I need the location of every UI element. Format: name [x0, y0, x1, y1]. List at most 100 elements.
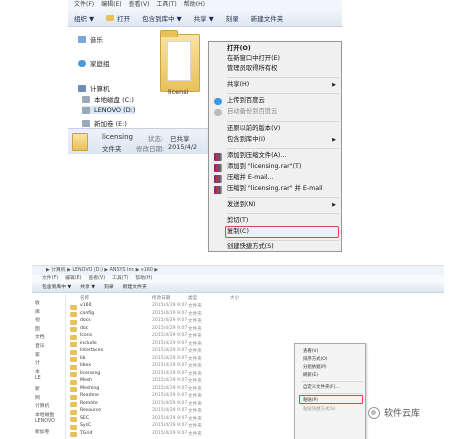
nav-item[interactable]: 库	[35, 308, 40, 315]
file-date: 2015/4/29 9:07	[152, 333, 188, 338]
nav-label: 音乐	[90, 36, 103, 44]
menu-item-upload-cloud[interactable]: 上传到百度云	[227, 96, 337, 106]
file-name: Interfaces	[80, 348, 103, 353]
menu-item-compress-rar-email[interactable]: 压缩到 "licensing.rar" 并 E-mail	[227, 184, 337, 194]
file-name: Readme	[80, 393, 99, 398]
menu-item-restore-versions[interactable]: 还原以前的版本(V)	[227, 124, 337, 134]
file-date: 2015/4/29 9:07	[152, 303, 188, 308]
file-date: 2015/4/29 9:07	[152, 340, 188, 346]
nav-item[interactable]: 计	[35, 359, 40, 366]
nav-item[interactable]: 本	[35, 368, 40, 375]
nav-item[interactable]: 新加卷	[35, 428, 49, 435]
share-button[interactable]: 共享 ▼	[194, 13, 214, 23]
nav-item[interactable]: 本地磁盘	[35, 411, 54, 418]
menu-item-group[interactable]: 分组依据(P)	[303, 364, 327, 370]
nav-item[interactable]: 收	[35, 299, 40, 306]
computer-icon	[78, 84, 86, 92]
new-folder-button[interactable]: 新建文件夹	[251, 13, 284, 23]
nav-item-new-e[interactable]: 新加卷 (E:)	[82, 118, 127, 128]
nav-item-music[interactable]: 音乐	[78, 34, 103, 44]
folder-icon	[70, 334, 77, 340]
menu-edit[interactable]: 编辑(E)	[65, 275, 81, 283]
organize-button[interactable]: 组织 ▼	[74, 13, 94, 23]
open-button[interactable]: 打开	[106, 13, 130, 23]
nav-item[interactable]: LENOVO	[35, 419, 55, 424]
context-menu: 打开(O) 在新窗口中打开(E) 管理员取得所有权 共享(H) ▶ 上传到百度云…	[208, 41, 342, 252]
column-headers: 名称 修改日期 类型 大小	[70, 295, 290, 302]
include-library-button[interactable]: 包含到库中 ▼	[42, 283, 71, 292]
column-header-size[interactable]: 大小	[230, 295, 239, 301]
cloud-backup-icon	[214, 109, 222, 116]
menu-help[interactable]: 帮助(H)	[184, 0, 205, 9]
nav-item[interactable]: 音乐	[35, 342, 45, 349]
menu-item-customize[interactable]: 自定义文件夹(F)...	[303, 384, 339, 390]
menu-item-copy[interactable]: 复制(C)	[227, 227, 337, 237]
menu-edit[interactable]: 编辑(E)	[101, 0, 121, 9]
nav-item[interactable]: 图	[35, 325, 40, 332]
nav-item[interactable]: 新	[35, 385, 40, 392]
column-header-name[interactable]: 名称	[80, 295, 89, 301]
open-label: 打开	[117, 14, 131, 23]
menu-separator	[227, 77, 339, 78]
share-button[interactable]: 共享 ▼	[80, 283, 95, 292]
address-bar[interactable]: ▶ 计算机 ▶ LENOVO (D:) ▶ ANSYS Inc ▶ v160 ▶	[32, 266, 444, 275]
nav-item[interactable]: 文档	[35, 333, 45, 340]
menu-item-add-archive[interactable]: 添加到压缩文件(A)...	[227, 151, 337, 161]
column-header-type[interactable]: 类型	[188, 295, 197, 301]
folder-icon[interactable]	[160, 30, 200, 92]
menu-item-refresh[interactable]: 刷新(E)	[303, 372, 318, 378]
include-library-button[interactable]: 包含到库中 ▼	[142, 13, 182, 23]
folder-icon	[70, 342, 77, 347]
table-row[interactable]: TGrid 2015/4/29 9:07 文件夹	[70, 431, 290, 439]
menu-item-paste-shortcut[interactable]: 粘贴快捷方式(S)	[303, 406, 336, 412]
nav-item[interactable]: 网	[35, 394, 40, 401]
menu-item-view[interactable]: 查看(V)	[303, 348, 318, 354]
menu-item-include-library[interactable]: 包含到库中(I)	[227, 135, 337, 145]
menu-item-open-new-window[interactable]: 在新窗口中打开(E)	[227, 54, 337, 64]
wechat-logo-icon	[368, 406, 380, 419]
menu-file[interactable]: 文件(F)	[74, 0, 94, 9]
menu-tools[interactable]: 工具(T)	[112, 275, 128, 283]
folder-icon	[70, 349, 77, 355]
folder-name[interactable]: licensi	[168, 88, 189, 96]
file-name: include	[80, 340, 97, 346]
file-type: 文件夹	[188, 326, 202, 332]
menu-item-take-ownership[interactable]: 管理员取得所有权	[227, 64, 337, 74]
burn-button[interactable]: 刻录	[104, 283, 114, 292]
navigation-pane: 音乐 家庭组 计算机 本地磁盘 (C:) LENOVO (D:) 新加卷 (E:…	[68, 28, 156, 128]
burn-button[interactable]: 刻录	[226, 13, 239, 23]
nav-item-lenovo-d[interactable]: LENOVO (D:)	[82, 106, 136, 114]
menu-file[interactable]: 文件(F)	[42, 275, 58, 283]
nav-item-local-c[interactable]: 本地磁盘 (C:)	[82, 94, 134, 104]
folder-icon	[70, 357, 77, 362]
column-header-date[interactable]: 修改日期	[152, 295, 170, 301]
folder-open-icon	[106, 14, 115, 21]
nav-item[interactable]: LE	[35, 376, 41, 381]
menu-item-auto-backup[interactable]: 自动备份到百度云	[227, 107, 337, 117]
menu-view[interactable]: 查看(V)	[129, 0, 150, 9]
file-date: 2015/4/29 9:07	[152, 423, 188, 428]
file-type: 文件夹	[188, 341, 202, 347]
menu-item-paste[interactable]: 粘贴(P)	[303, 397, 318, 403]
nav-item[interactable]: 计算机	[35, 402, 49, 409]
nav-item-homegroup[interactable]: 家庭组	[78, 58, 110, 68]
menu-item-sort[interactable]: 排序方式(O)	[303, 356, 327, 362]
menu-help[interactable]: 帮助(H)	[135, 275, 152, 283]
nav-item[interactable]: 视	[35, 316, 40, 323]
menu-item-open[interactable]: 打开(O)	[227, 44, 337, 54]
menu-tools[interactable]: 工具(T)	[156, 0, 176, 9]
menu-item-create-shortcut[interactable]: 创建快捷方式(S)	[227, 242, 337, 252]
new-folder-button[interactable]: 新建文件夹	[123, 283, 147, 292]
menu-item-send-to[interactable]: 发送到(N)	[227, 200, 337, 210]
file-name: Mesh	[80, 378, 93, 383]
menu-item-compress-email[interactable]: 压缩并 E-mail...	[227, 173, 337, 183]
menu-view[interactable]: 查看(V)	[88, 275, 105, 283]
menu-item-add-rar[interactable]: 添加到 "licensing.rar"(T)	[227, 162, 337, 172]
menu-item-cut[interactable]: 剪切(T)	[227, 216, 337, 226]
menu-item-share[interactable]: 共享(H)	[227, 80, 337, 90]
file-date: 2015/4/29 9:07	[152, 415, 188, 421]
nav-label: 家庭组	[90, 60, 110, 68]
nav-label: 计算机	[90, 85, 110, 93]
nav-item-computer[interactable]: 计算机	[78, 83, 110, 93]
nav-item[interactable]: 家	[35, 351, 40, 358]
